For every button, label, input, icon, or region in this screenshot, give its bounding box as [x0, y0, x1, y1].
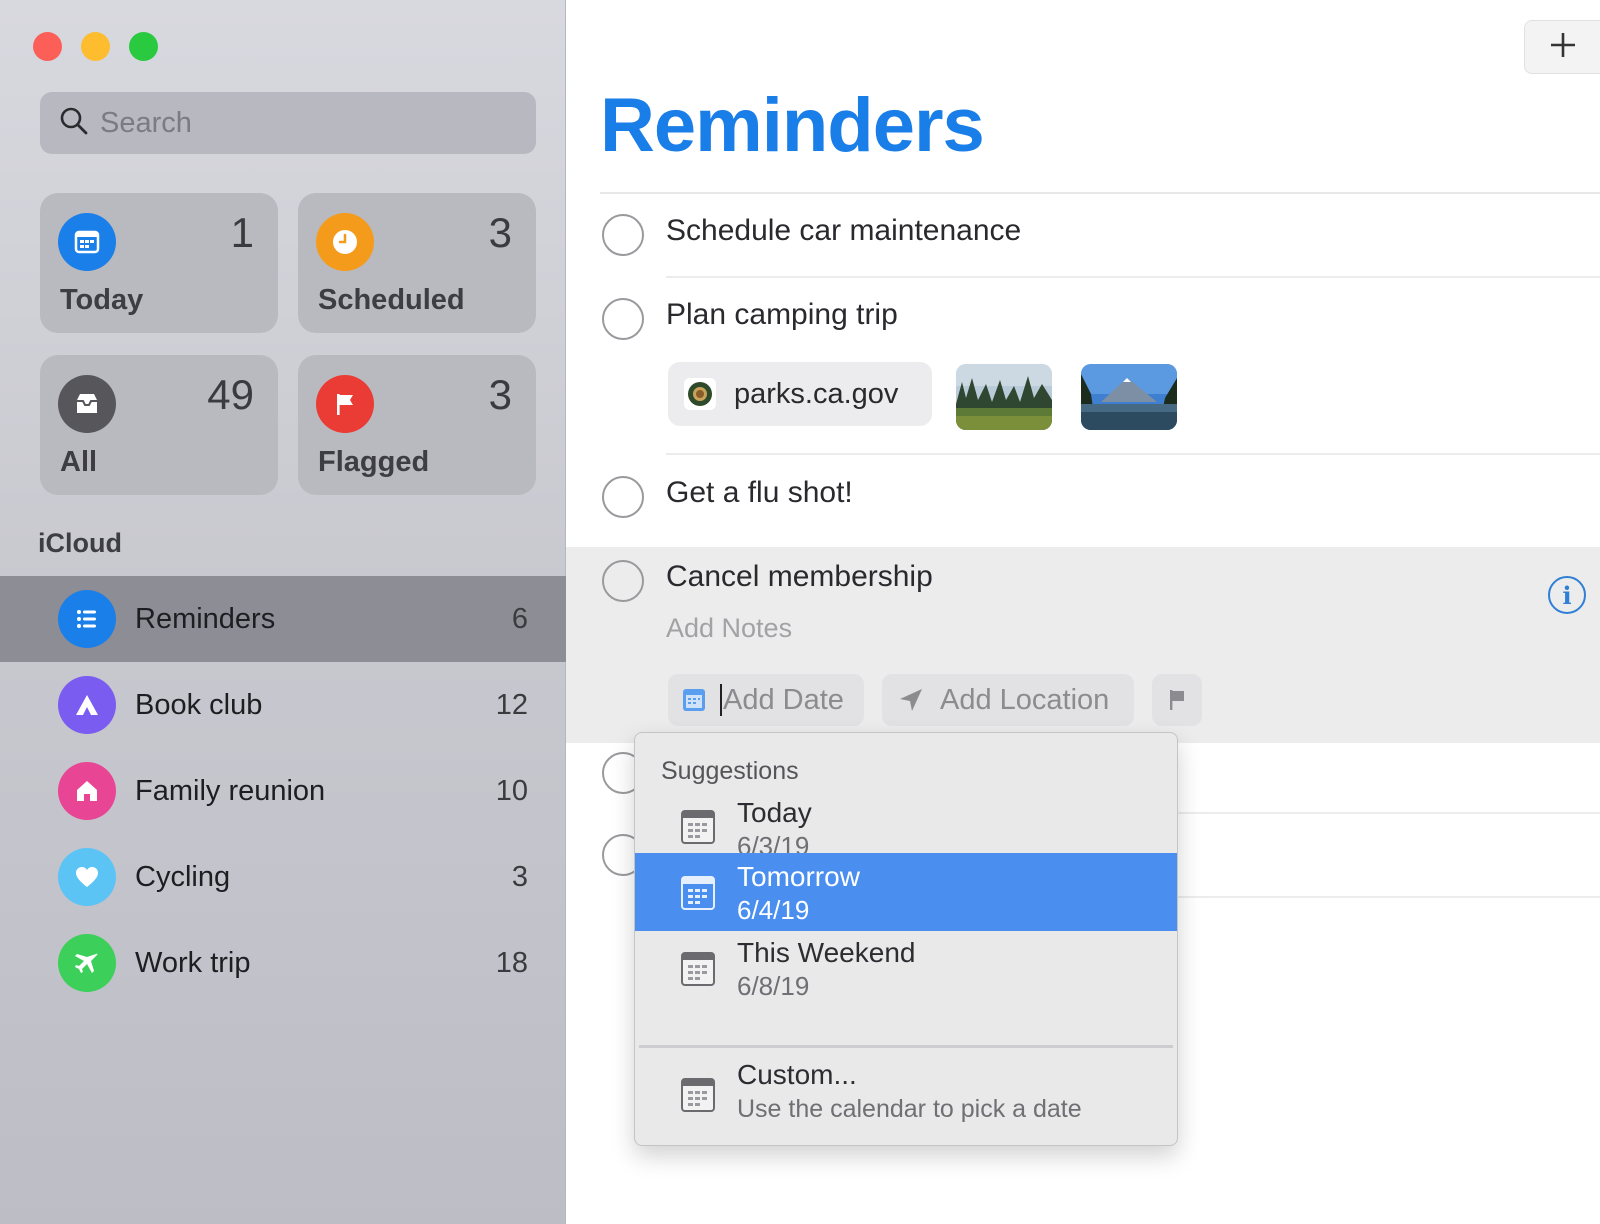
search-input[interactable] [100, 106, 520, 140]
flag-icon [316, 375, 374, 433]
clock-icon [316, 213, 374, 271]
suggestion-date: 6/8/19 [737, 971, 810, 1001]
smart-list-all[interactable]: 49 All [40, 355, 278, 495]
list-count: 10 [495, 774, 528, 807]
reminder-checkbox[interactable] [602, 560, 644, 602]
reminder-title[interactable]: Plan camping trip [666, 298, 898, 332]
add-date-button[interactable]: Add Date [668, 674, 864, 726]
suggestion-label: This Weekend [737, 937, 916, 968]
divider [639, 1045, 1173, 1048]
reminder-checkbox[interactable] [602, 214, 644, 256]
plus-icon [1548, 30, 1578, 65]
minimize-window-button[interactable] [81, 32, 110, 61]
close-window-button[interactable] [33, 32, 62, 61]
list-name: Book club [135, 688, 263, 721]
calendar-icon [681, 951, 715, 987]
suggestion-date: 6/4/19 [737, 895, 810, 925]
location-arrow-icon [898, 687, 924, 713]
add-location-label: Add Location [940, 683, 1110, 716]
list-count: 12 [495, 688, 528, 721]
zoom-window-button[interactable] [129, 32, 158, 61]
calendar-icon [58, 213, 116, 271]
sidebar-item-family-reunion[interactable]: Family reunion 10 [0, 748, 566, 834]
sidebar: 1 Today 3 Scheduled 49 All 3 Flagged iCl… [0, 0, 566, 1224]
flag-button[interactable] [1152, 674, 1202, 726]
reminder-title[interactable]: Cancel membership [666, 560, 933, 594]
list-name: Reminders [135, 602, 276, 635]
airplane-icon [58, 934, 116, 992]
calendar-icon [681, 1077, 715, 1113]
suggestion-label: Today [737, 797, 812, 828]
add-location-button[interactable]: Add Location [882, 674, 1134, 726]
suggestion-tomorrow[interactable]: Tomorrow 6/4/19 [635, 853, 1177, 931]
smart-list-count: 1 [230, 209, 254, 256]
custom-description: Use the calendar to pick a date [737, 1095, 1082, 1123]
search-icon [58, 105, 90, 142]
suggestion-today[interactable]: Today 6/3/19 [635, 787, 1177, 863]
text-cursor [720, 684, 722, 716]
add-reminder-button[interactable] [1524, 20, 1600, 74]
smart-list-scheduled[interactable]: 3 Scheduled [298, 193, 536, 333]
smart-list-today[interactable]: 1 Today [40, 193, 278, 333]
smart-list-label: Flagged [318, 446, 430, 478]
list-name: Work trip [135, 946, 251, 979]
icloud-section-label: iCloud [38, 528, 122, 558]
calendar-icon [682, 687, 706, 713]
suggestion-this-weekend[interactable]: This Weekend 6/8/19 [635, 931, 1177, 1031]
info-icon[interactable]: i [1548, 576, 1586, 614]
smart-list-count: 3 [488, 209, 512, 256]
suggestion-label: Tomorrow [737, 861, 860, 892]
smart-list-label: Scheduled [318, 284, 465, 316]
page-title: Reminders [600, 83, 985, 168]
list-name: Cycling [135, 860, 231, 893]
my-lists: Reminders 6 Book club 12 Family reunion … [0, 576, 566, 1006]
link-attachment[interactable]: parks.ca.gov [668, 362, 932, 426]
sidebar-item-reminders[interactable]: Reminders 6 [0, 576, 566, 662]
custom-label: Custom... [737, 1059, 857, 1090]
reminder-checkbox[interactable] [602, 476, 644, 518]
suggestions-heading: Suggestions [661, 757, 799, 785]
house-icon [58, 762, 116, 820]
reminder-checkbox[interactable] [602, 298, 644, 340]
date-suggestions-popup: Suggestions Today 6/3/19 Tomorrow 6/4/19… [634, 732, 1178, 1146]
sidebar-item-cycling[interactable]: Cycling 3 [0, 834, 566, 920]
add-date-label: Add Date [723, 683, 844, 716]
divider [600, 192, 1600, 194]
heart-icon [58, 848, 116, 906]
mountain-lake-photo[interactable] [1081, 364, 1177, 430]
smart-lists: 1 Today 3 Scheduled 49 All 3 Flagged [40, 193, 536, 495]
list-count: 6 [511, 602, 528, 635]
smart-list-count: 3 [488, 371, 512, 418]
calendar-icon [681, 809, 715, 845]
suggestion-custom[interactable]: Custom... Use the calendar to pick a dat… [635, 1049, 1177, 1145]
search-field[interactable] [40, 92, 536, 154]
tray-icon [58, 375, 116, 433]
flag-icon [1166, 688, 1188, 712]
sidebar-item-book-club[interactable]: Book club 12 [0, 662, 566, 748]
list-count: 18 [495, 946, 528, 979]
smart-list-label: All [60, 446, 98, 478]
list-name: Family reunion [135, 774, 326, 807]
window-controls [33, 32, 158, 61]
tent-icon [58, 676, 116, 734]
notes-field[interactable]: Add Notes [666, 613, 792, 644]
reminder-title[interactable]: Schedule car maintenance [666, 214, 1021, 248]
divider [666, 276, 1600, 278]
reminder-title[interactable]: Get a flu shot! [666, 476, 853, 510]
link-url: parks.ca.gov [734, 377, 899, 410]
divider [666, 453, 1600, 455]
smart-list-label: Today [60, 284, 144, 316]
calendar-icon [681, 875, 715, 911]
list-count: 3 [511, 860, 528, 893]
sidebar-item-work-trip[interactable]: Work trip 18 [0, 920, 566, 1006]
ca-parks-favicon-icon [684, 378, 716, 410]
smart-list-flagged[interactable]: 3 Flagged [298, 355, 536, 495]
list-icon [58, 590, 116, 648]
meadow-forest-photo[interactable] [956, 364, 1052, 430]
smart-list-count: 49 [207, 371, 254, 418]
